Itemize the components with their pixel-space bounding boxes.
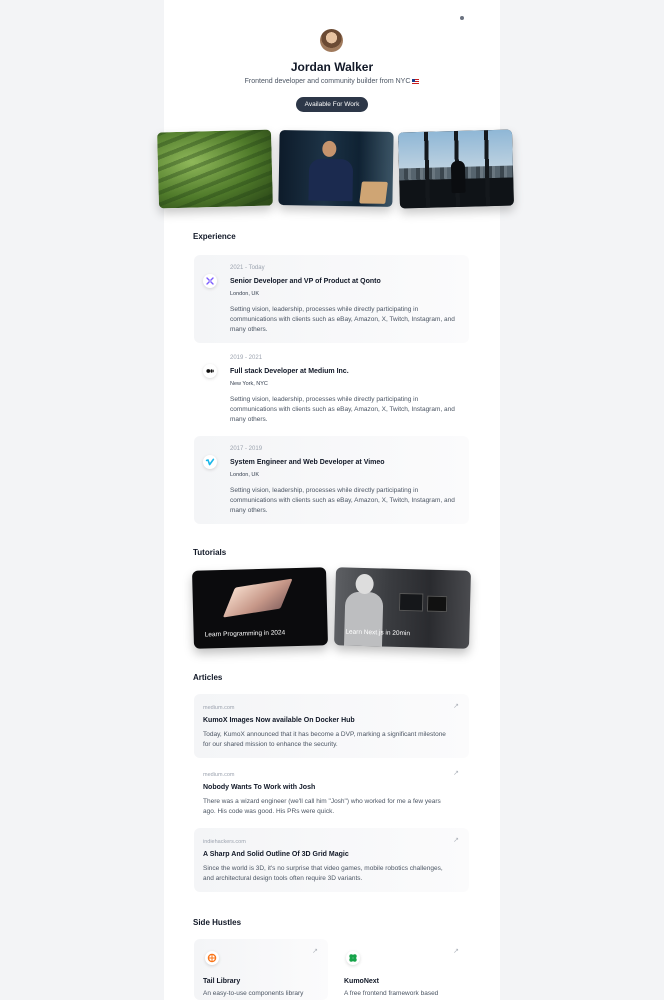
- theme-toggle-dot[interactable]: [460, 16, 464, 20]
- side-hustle-card[interactable]: ↗ KumoNext A free frontend framework bas…: [335, 939, 469, 1000]
- side-hustle-card[interactable]: ↗ Tail Library An easy-to-use components…: [194, 939, 328, 1000]
- article-source: medium.com: [203, 772, 235, 778]
- experience-date: 2021 - Today: [230, 265, 265, 271]
- experience-description: Setting vision, leadership, processes wh…: [230, 487, 455, 514]
- external-link-icon[interactable]: ↗: [453, 702, 459, 710]
- experience-description: Setting vision, leadership, processes wh…: [230, 396, 455, 423]
- tutorials-heading: Tutorials: [193, 548, 227, 557]
- side-hustles-heading: Side Hustles: [193, 918, 242, 927]
- monitor-shape: [398, 592, 424, 612]
- silhouette-figure: [450, 160, 466, 194]
- experience-date: 2017 - 2019: [230, 446, 263, 452]
- medium-logo-icon: [203, 364, 217, 378]
- article-source: medium.com: [203, 705, 235, 711]
- experience-item: 2017 - 2019 System Engineer and Web Deve…: [194, 436, 469, 524]
- tutorial-card[interactable]: Learn Programming in 2024: [192, 567, 328, 649]
- side-hustle-title: Tail Library: [203, 978, 241, 985]
- article-description: There was a wizard engineer (we'll call …: [203, 798, 441, 815]
- monitor-shape: [426, 595, 448, 613]
- tail-library-logo-icon: [205, 951, 219, 965]
- profile-name: Jordan Walker: [290, 60, 374, 74]
- article-title: Nobody Wants To Work with Josh: [203, 784, 316, 791]
- article-source: indiehackers.com: [203, 839, 246, 845]
- external-link-icon[interactable]: ↗: [453, 836, 459, 844]
- available-for-work-badge[interactable]: Available For Work: [296, 97, 368, 112]
- article-card[interactable]: indiehackers.com A Sharp And Solid Outli…: [194, 828, 469, 892]
- side-hustle-description: An easy-to-use components library: [203, 990, 304, 997]
- experience-item: 2021 - Today Senior Developer and VP of …: [194, 255, 469, 343]
- article-title: A Sharp And Solid Outline Of 3D Grid Mag…: [203, 851, 349, 858]
- person-figure: [308, 140, 354, 202]
- gallery-photo-city-window: [398, 129, 514, 209]
- laptop-image: [222, 578, 293, 618]
- external-link-icon[interactable]: ↗: [312, 947, 318, 955]
- qonto-logo-icon: [203, 274, 217, 288]
- profile-bio: Frontend developer and community builder…: [164, 78, 500, 85]
- experience-title: System Engineer and Web Developer at Vim…: [230, 459, 385, 466]
- article-card[interactable]: medium.com Nobody Wants To Work with Jos…: [194, 761, 469, 825]
- article-description: Today, KumoX announced that it has becom…: [203, 731, 446, 748]
- external-link-icon[interactable]: ↗: [453, 947, 459, 955]
- article-card[interactable]: medium.com KumoX Images Now available On…: [194, 694, 469, 758]
- side-hustle-title: KumoNext: [344, 978, 380, 985]
- laptop-shape: [359, 181, 388, 204]
- experience-title: Full stack Developer at Medium Inc.: [230, 368, 349, 375]
- experience-location: London, UK: [230, 291, 260, 297]
- tutorial-caption: Learn Programming in 2024: [204, 629, 286, 639]
- vimeo-logo-icon: [203, 455, 217, 469]
- gallery-photo-laptop-person: [278, 130, 394, 207]
- avatar: [320, 29, 343, 52]
- article-description: Since the world is 3D, it's no surprise …: [203, 865, 443, 882]
- articles-heading: Articles: [193, 673, 223, 682]
- experience-date: 2019 - 2021: [230, 355, 263, 361]
- experience-location: New York, NYC: [230, 381, 268, 387]
- experience-item: 2019 - 2021 Full stack Developer at Medi…: [194, 345, 469, 433]
- tutorial-card[interactable]: Learn Next.js in 20min: [334, 567, 471, 649]
- us-flag-icon: [412, 78, 420, 84]
- gallery-photo-hills: [157, 129, 273, 209]
- side-hustle-description: A free frontend framework based: [344, 990, 439, 997]
- external-link-icon[interactable]: ↗: [453, 769, 459, 777]
- kumonext-logo-icon: [346, 951, 360, 965]
- person-head: [355, 573, 374, 595]
- bio-text: Frontend developer and community builder…: [244, 78, 411, 85]
- article-title: KumoX Images Now available On Docker Hub: [203, 717, 355, 724]
- person-head: [322, 140, 337, 158]
- experience-description: Setting vision, leadership, processes wh…: [230, 306, 455, 333]
- experience-title: Senior Developer and VP of Product at Qo…: [230, 278, 381, 285]
- experience-heading: Experience: [193, 232, 236, 241]
- person-back: [343, 591, 384, 647]
- person-body: [308, 158, 354, 202]
- experience-location: London, UK: [230, 472, 260, 478]
